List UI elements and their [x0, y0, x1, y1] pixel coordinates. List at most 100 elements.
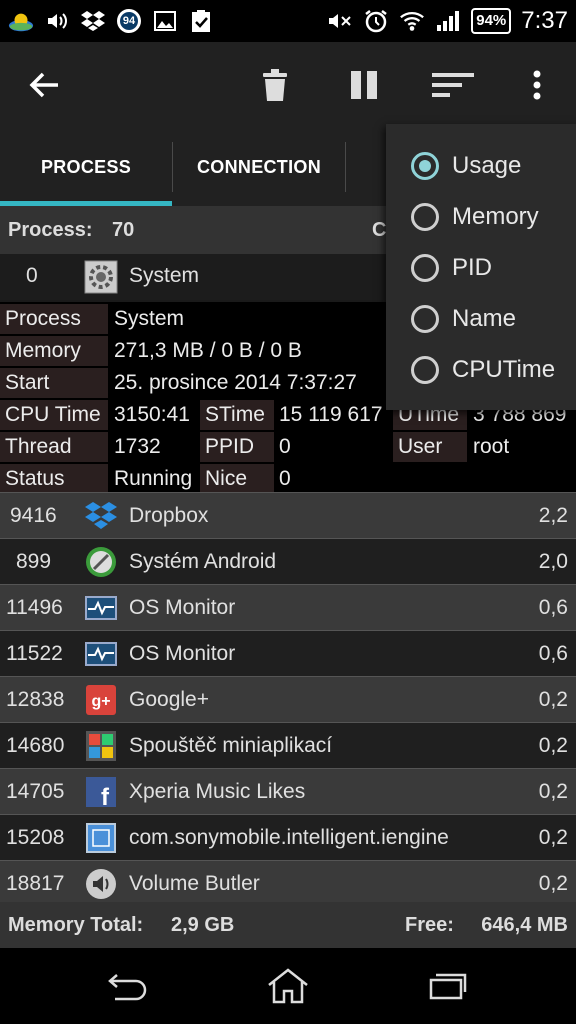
process-usage: 0,2 [538, 826, 568, 849]
process-row[interactable]: 12838 g+ Google+ 0,2 [0, 676, 576, 722]
process-row[interactable]: 15208 com.sonymobile.intelligent.iengine… [0, 814, 576, 860]
sort-option-cputime[interactable]: CPUTime [386, 344, 576, 395]
os-monitor-icon [84, 637, 118, 671]
detail-value-cputime: 3150:41 [114, 403, 190, 426]
svg-text:f: f [101, 784, 110, 809]
dropbox-icon [80, 8, 106, 34]
sort-option-name[interactable]: Name [386, 293, 576, 344]
gear-icon [84, 260, 118, 294]
process-name: Google+ [129, 688, 209, 711]
detail-value-stime: 15 119 617 [279, 403, 383, 426]
google-plus-icon: g+ [84, 683, 118, 717]
process-usage: 0,2 [538, 688, 568, 711]
radio-unselected-icon[interactable] [411, 202, 439, 231]
detail-label-memory: Memory [0, 336, 108, 366]
badge-icon: 94 [116, 8, 142, 34]
process-row[interactable]: 14705 f Xperia Music Likes 0,2 [0, 768, 576, 814]
detail-value-nice: 0 [279, 467, 291, 490]
process-row[interactable]: 14680 Spouštěč miniaplikací 0,2 [0, 722, 576, 768]
process-pid: 14680 [6, 734, 65, 757]
process-pid: 11496 [6, 596, 63, 619]
speaker-icon [84, 867, 118, 901]
detail-value-memory: 271,3 MB / 0 B / 0 B [114, 339, 302, 362]
radio-unselected-icon[interactable] [411, 253, 439, 282]
cpu-summary-cutoff: C [372, 219, 387, 241]
process-usage: 0,6 [538, 596, 568, 619]
image-icon [152, 8, 178, 34]
detail-value-thread: 1732 [114, 435, 161, 458]
detail-value-ppid: 0 [279, 435, 291, 458]
sort-option-label: Name [452, 304, 517, 332]
detail-label-ppid: PPID [200, 432, 274, 462]
detail-value-start: 25. prosince 2014 7:37:27 [114, 371, 357, 394]
back-icon[interactable] [78, 948, 178, 1024]
memory-total-label: Memory Total: [8, 914, 144, 936]
sort-option-label: Memory [452, 202, 539, 230]
process-name: Systém Android [129, 550, 277, 573]
memory-footer: Memory Total: 2,9 GB Free: 646,4 MB [0, 902, 576, 948]
process-row[interactable]: 18817 Volume Butler 0,2 [0, 860, 576, 906]
trash-icon[interactable] [240, 42, 310, 128]
process-pid: 18817 [6, 872, 65, 895]
process-name: OS Monitor [129, 596, 236, 619]
process-row[interactable]: 9416 Dropbox 2,2 [0, 492, 576, 538]
mute-icon [327, 8, 353, 34]
wifi-icon [399, 8, 425, 34]
detail-value-user: root [473, 435, 510, 458]
sort-option-label: PID [452, 253, 493, 281]
notification-badge-count: 94 [122, 15, 136, 27]
process-count-value: 70 [112, 219, 135, 241]
pause-icon[interactable] [329, 42, 399, 128]
process-row[interactable]: 11522 OS Monitor 0,6 [0, 630, 576, 676]
action-bar [0, 42, 576, 128]
process-usage: 0,2 [538, 734, 568, 757]
alarm-icon [363, 8, 389, 34]
overflow-menu-icon[interactable] [502, 42, 572, 128]
tab-divider [345, 142, 346, 192]
process-usage: 0,2 [538, 780, 568, 803]
sort-option-pid[interactable]: PID [386, 242, 576, 293]
radio-unselected-icon[interactable] [411, 355, 439, 384]
clock: 7:37 [521, 7, 568, 34]
process-name: System [129, 264, 200, 287]
process-pid: 15208 [6, 826, 65, 849]
volume-icon [44, 8, 70, 34]
process-usage: 2,0 [538, 550, 568, 573]
detail-value-status: Running [114, 467, 193, 490]
clipboard-check-icon [188, 8, 214, 34]
process-row[interactable]: 899 Systém Android 2,0 [0, 538, 576, 584]
sort-icon[interactable] [418, 42, 488, 128]
sort-option-usage[interactable]: Usage [386, 140, 576, 191]
detail-value-process: System [114, 307, 185, 330]
process-pid: 12838 [6, 688, 65, 711]
dropbox-icon [84, 499, 118, 533]
free-memory-label: Free: [405, 914, 454, 936]
process-usage: 2,2 [538, 504, 568, 527]
detail-label-status: Status [0, 464, 108, 494]
facebook-icon: f [84, 775, 118, 811]
process-name: Dropbox [129, 504, 209, 527]
sort-option-memory[interactable]: Memory [386, 191, 576, 242]
process-row[interactable]: 11496 OS Monitor 0,6 [0, 584, 576, 630]
process-count-label: Process: [8, 219, 93, 241]
detail-label-start: Start [0, 368, 108, 398]
svg-text:g+: g+ [91, 693, 110, 710]
radio-unselected-icon[interactable] [411, 304, 439, 333]
home-icon[interactable] [238, 948, 338, 1024]
process-usage: 0,2 [538, 872, 568, 895]
radio-selected-icon[interactable] [411, 151, 439, 180]
detail-label-stime: STime [200, 400, 274, 430]
back-arrow-icon[interactable] [10, 42, 80, 128]
recent-apps-icon[interactable] [398, 948, 498, 1024]
signal-icon [435, 8, 461, 34]
process-name: Volume Butler [129, 872, 260, 895]
os-monitor-icon [84, 591, 118, 625]
tab-process[interactable]: PROCESS [0, 128, 172, 206]
process-name: OS Monitor [129, 642, 236, 665]
status-bar: 94 94% 7:37 [0, 0, 576, 42]
iengine-icon [84, 821, 118, 855]
tab-connection[interactable]: CONNECTION [173, 128, 345, 206]
process-pid: 14705 [6, 780, 65, 803]
memory-total-value: 2,9 GB [171, 914, 235, 936]
sort-menu: Usage Memory PID Name CPUTime [386, 124, 576, 410]
